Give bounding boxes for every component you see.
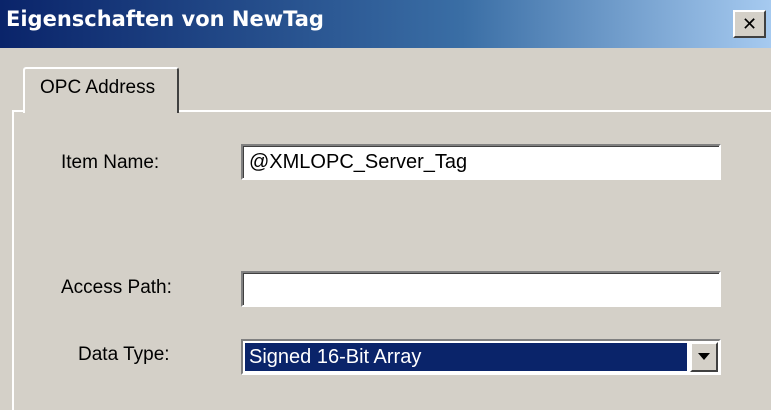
tab-label: OPC Address: [40, 77, 156, 98]
access-path-label: Access Path:: [61, 277, 172, 298]
close-icon: ✕: [741, 13, 758, 35]
data-type-select[interactable]: Signed 16-Bit Array: [241, 339, 721, 375]
access-path-field[interactable]: [241, 271, 721, 307]
data-type-selected-value: Signed 16-Bit Array: [245, 343, 687, 371]
item-name-value: @XMLOPC_Server_Tag: [243, 146, 719, 178]
window-title: Eigenschaften von NewTag: [6, 7, 324, 31]
dropdown-button[interactable]: [690, 342, 718, 372]
item-name-field[interactable]: @XMLOPC_Server_Tag: [241, 144, 721, 180]
chevron-down-icon: [698, 353, 710, 360]
close-button[interactable]: ✕: [733, 10, 766, 38]
tab-opc-address[interactable]: OPC Address: [23, 67, 179, 113]
data-type-label: Data Type:: [78, 344, 170, 365]
access-path-value: [243, 273, 719, 305]
item-name-label: Item Name:: [61, 152, 160, 173]
title-bar: Eigenschaften von NewTag ✕: [0, 0, 771, 48]
